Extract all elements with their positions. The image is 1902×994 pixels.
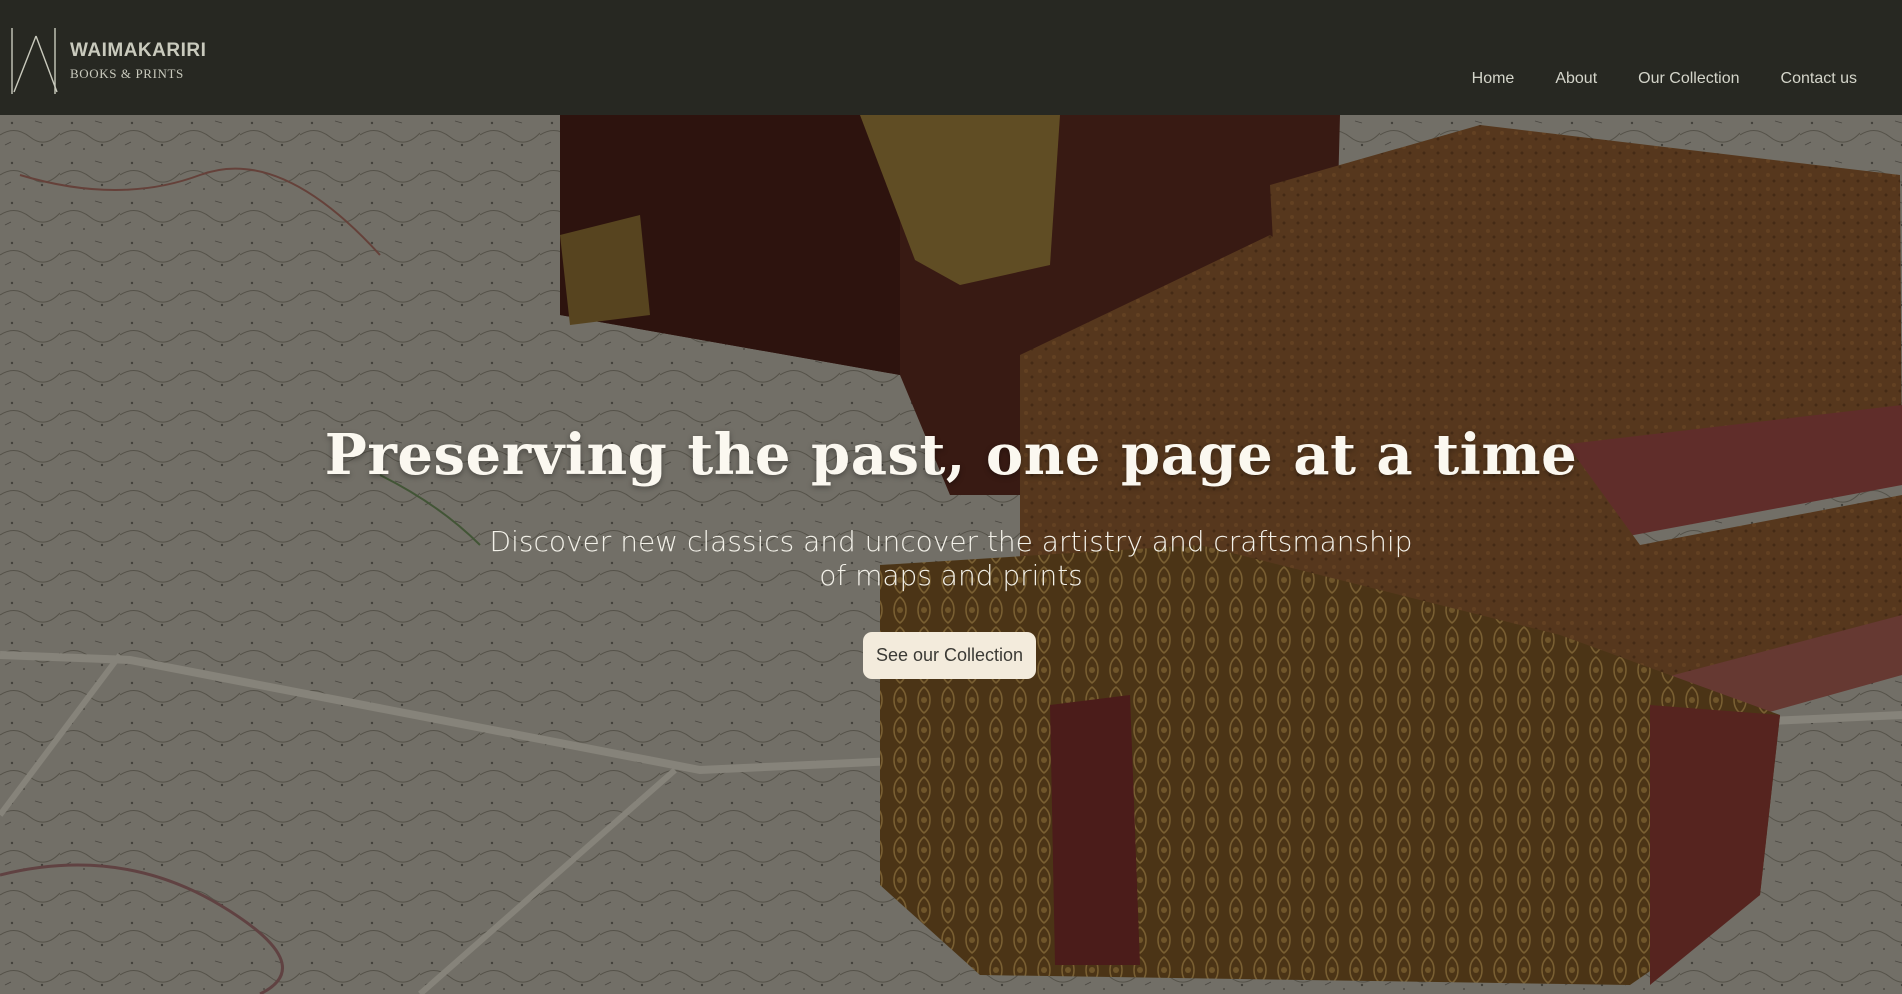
nav-contact-us[interactable]: Contact us [1781,70,1857,88]
nav-about[interactable]: About [1555,70,1597,88]
brand-subtitle: BOOKS & PRINTS [70,66,184,81]
navbar: WAIMAKARIRI BOOKS & PRINTS Home About Ou… [0,0,1902,115]
hero-content: Preserving the past, one page at a time … [0,115,1902,994]
hero-subtext-line-1: Discover new classics and uncover the ar… [489,525,1413,558]
brand-text: WAIMAKARIRI BOOKS & PRINTS [70,40,206,82]
logo-mark-icon [11,28,58,94]
nav-our-collection[interactable]: Our Collection [1638,70,1739,88]
nav-home[interactable]: Home [1472,70,1515,88]
hero-section: Preserving the past, one page at a time … [0,115,1902,994]
hero-subtext: Discover new classics and uncover the ar… [0,525,1902,593]
main-nav: Home About Our Collection Contact us [1472,70,1857,88]
brand-title: WAIMAKARIRI [70,40,207,61]
hero-subtext-line-2: of maps and prints [819,559,1083,592]
hero-headline: Preserving the past, one page at a time [324,422,1578,488]
brand-logo[interactable]: WAIMAKARIRI BOOKS & PRINTS [10,28,206,94]
see-collection-button[interactable]: See our Collection [863,632,1036,679]
